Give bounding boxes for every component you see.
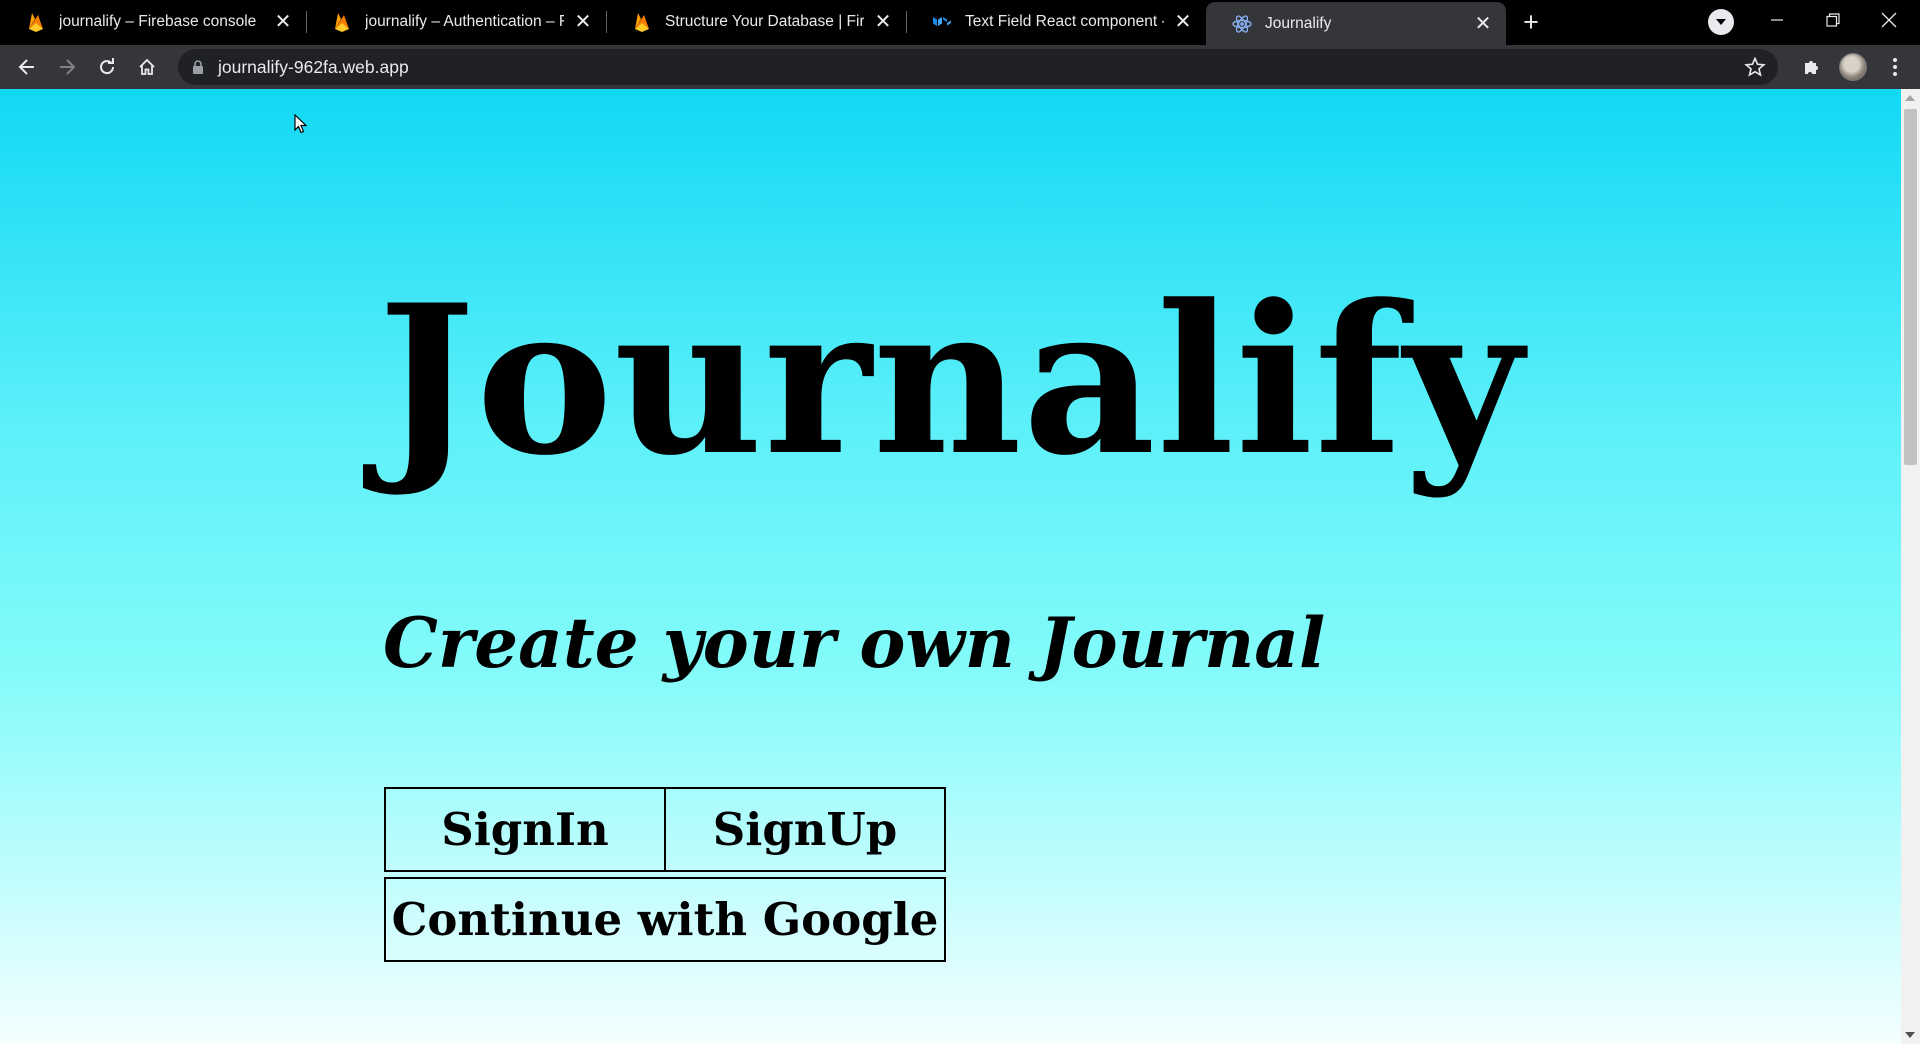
close-tab-icon[interactable]: ✕ bbox=[1470, 11, 1496, 37]
tab-title: journalify – Authentication – Fire bbox=[365, 12, 564, 30]
react-icon bbox=[1232, 14, 1252, 34]
tab-firebase-console[interactable]: journalify – Firebase console ✕ bbox=[0, 0, 306, 43]
firebase-icon bbox=[332, 12, 352, 32]
tab-firebase-authentication[interactable]: journalify – Authentication – Fire ✕ bbox=[306, 0, 606, 43]
reload-icon[interactable] bbox=[91, 51, 123, 83]
scroll-thumb[interactable] bbox=[1904, 109, 1917, 465]
auth-button-group: SignIn SignUp bbox=[384, 787, 946, 872]
close-tab-icon[interactable]: ✕ bbox=[870, 9, 896, 35]
mui-icon bbox=[932, 12, 952, 32]
new-tab-icon[interactable]: + bbox=[1516, 7, 1546, 37]
tab-title: Journalify bbox=[1265, 14, 1332, 32]
back-icon[interactable] bbox=[11, 51, 43, 83]
restore-icon[interactable] bbox=[1805, 0, 1861, 40]
tab-search-icon[interactable] bbox=[1708, 9, 1734, 35]
signup-button[interactable]: SignUp bbox=[666, 787, 946, 872]
firebase-icon bbox=[26, 12, 46, 32]
tab-title: journalify – Firebase console bbox=[59, 12, 257, 30]
mouse-cursor-icon bbox=[294, 113, 308, 134]
close-tab-icon[interactable]: ✕ bbox=[270, 9, 296, 35]
tab-strip: journalify – Firebase console ✕ journali… bbox=[0, 0, 1920, 45]
page-viewport: Journalify Create your own Journal SignI… bbox=[0, 89, 1920, 1044]
avatar-image bbox=[1839, 53, 1867, 81]
scroll-down-arrow-icon[interactable] bbox=[1905, 1032, 1915, 1038]
firebase-icon bbox=[632, 12, 652, 32]
address-bar[interactable]: journalify-962fa.web.app bbox=[178, 49, 1778, 85]
tab-title: Structure Your Database | Fireba bbox=[665, 12, 864, 30]
home-icon[interactable] bbox=[131, 51, 163, 83]
minimize-icon[interactable] bbox=[1749, 0, 1805, 40]
tab-structure-database[interactable]: Structure Your Database | Fireba ✕ bbox=[606, 0, 906, 43]
vertical-scrollbar[interactable] bbox=[1901, 89, 1920, 1044]
page-title: Journalify bbox=[378, 261, 1524, 501]
close-tab-icon[interactable]: ✕ bbox=[1170, 9, 1196, 35]
continue-with-google-button[interactable]: Continue with Google bbox=[384, 877, 946, 962]
browser-toolbar: journalify-962fa.web.app bbox=[0, 45, 1920, 89]
tab-title: Text Field React component - Ma bbox=[965, 12, 1164, 30]
lock-icon[interactable] bbox=[190, 59, 206, 75]
forward-icon[interactable] bbox=[51, 51, 83, 83]
tab-journalify[interactable]: Journalify ✕ bbox=[1206, 2, 1506, 45]
scroll-up-arrow-icon[interactable] bbox=[1905, 95, 1915, 101]
profile-avatar[interactable] bbox=[1837, 51, 1869, 83]
close-window-icon[interactable] bbox=[1861, 0, 1917, 40]
bookmark-star-icon[interactable] bbox=[1744, 56, 1766, 78]
kebab-menu-icon[interactable] bbox=[1879, 51, 1911, 83]
url-text: journalify-962fa.web.app bbox=[218, 57, 409, 77]
close-tab-icon[interactable]: ✕ bbox=[570, 9, 596, 35]
extensions-puzzle-icon[interactable] bbox=[1796, 51, 1828, 83]
page-subtitle: Create your own Journal bbox=[383, 603, 1326, 684]
signin-button[interactable]: SignIn bbox=[384, 787, 666, 872]
tab-text-field-mui[interactable]: Text Field React component - Ma ✕ bbox=[906, 0, 1206, 43]
